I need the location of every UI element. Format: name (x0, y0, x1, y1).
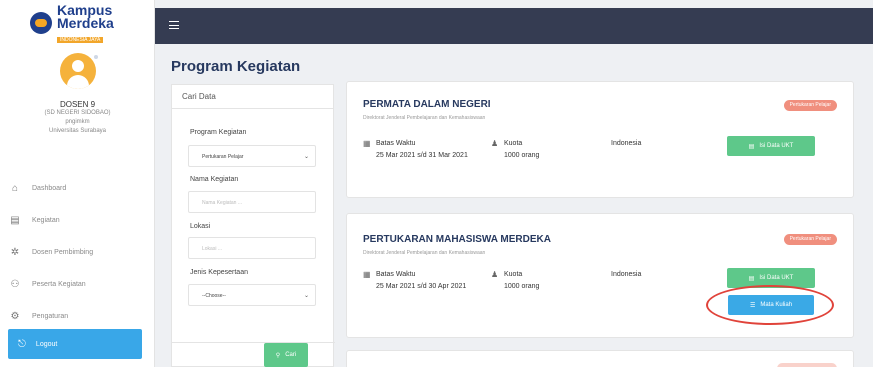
sidebar-item-label: Dosen Pembimbing (32, 248, 94, 256)
highlight-annotation (706, 285, 834, 325)
user-icon: ♟ (491, 139, 499, 148)
lokasi-value: Indonesia (611, 271, 642, 278)
program-select-value: Pertukaran Pelajar (202, 154, 244, 160)
user-university: Universitas Surabaya (48, 128, 107, 134)
sidebar-item-peserta-kegiatan[interactable]: ⚇ Peserta Kegiatan (0, 268, 155, 300)
jenis-kepesertaan-value: --Choose-- (202, 293, 226, 299)
logo-text-line2: Merdeka (57, 14, 114, 31)
chevron-down-icon: ⌄ (303, 293, 309, 299)
jenis-kepesertaan-label: Jenis Kepesertaan (190, 269, 248, 276)
kampus-merdeka-logo[interactable]: Kampus Merdeka INDONESIA JAYA (30, 3, 140, 43)
form-icon: ▤ (748, 143, 755, 150)
logout-icon: ⎋ (18, 338, 26, 350)
sidebar-item-label: Kegiatan (32, 216, 60, 224)
sidebar-item-label: Pengaturan (32, 312, 69, 320)
category-badge (777, 363, 837, 367)
program-select[interactable]: Pertukaran Pelajar ⌄ (188, 145, 316, 167)
program-subtitle: Direktorat Jenderal Pembelajaran dan Kem… (363, 115, 486, 121)
user-name: DOSEN 9 (59, 100, 96, 109)
logo-icon (30, 12, 52, 34)
program-card (346, 350, 854, 367)
avatar (60, 53, 96, 89)
batas-waktu-value: 25 Mar 2021 s/d 30 Apr 2021 (376, 283, 467, 290)
jenis-kepesertaan-select[interactable]: --Choose-- ⌄ (188, 284, 316, 306)
hamburger-menu-icon[interactable] (169, 21, 179, 29)
program-card: PERMATA DALAM NEGERI Direktorat Jenderal… (346, 81, 854, 198)
list-icon: ▤ (10, 214, 20, 226)
batas-waktu-label: ▦ Batas Waktu (363, 139, 416, 148)
calendar-icon: ▦ (363, 270, 371, 279)
filter-card: Cari Data Program Kegiatan Pertukaran Pe… (171, 84, 335, 367)
chevron-down-icon: ⌄ (303, 154, 309, 160)
logout-button[interactable]: ⎋ Logout (8, 329, 142, 359)
batas-waktu-value: 25 Mar 2021 s/d 31 Mar 2021 (376, 152, 468, 159)
sidebar-item-label: Peserta Kegiatan (32, 280, 86, 288)
program-title: PERTUKARAN MAHASISWA MERDEKA (363, 234, 551, 245)
isi-data-ukt-button[interactable]: ▤ Isi Data UKT (727, 136, 815, 156)
search-button-label: Cari (285, 352, 297, 358)
program-title: PERMATA DALAM NEGERI (363, 99, 491, 110)
calendar-icon: ▦ (363, 139, 371, 148)
lokasi-label: Lokasi (190, 223, 211, 230)
user-role: pngimkm (65, 119, 90, 125)
kuota-value: 1000 orang (504, 283, 540, 290)
sidebar-item-kegiatan[interactable]: ▤ Kegiatan (0, 204, 155, 236)
sidebar-item-pengaturan[interactable]: ⚙ Pengaturan (0, 300, 155, 332)
home-icon: ⌂ (11, 182, 19, 194)
user-school: (SD NEGERI SIDOBAO) (44, 110, 111, 116)
user-icon: ⚇ (10, 278, 20, 290)
batas-waktu-label: ▦ Batas Waktu (363, 270, 416, 279)
lokasi-value: Indonesia (611, 140, 642, 147)
sidebar-menu: ⌂ Dashboard ▤ Kegiatan ✲ Dosen Pembimbin… (0, 172, 155, 332)
nama-kegiatan-input[interactable]: Nama Kegiatan ... (188, 191, 316, 213)
nama-kegiatan-placeholder: Nama Kegiatan ... (202, 200, 243, 206)
filter-title: Cari Data (172, 85, 333, 109)
category-badge: Pertukaran Pelajar (783, 100, 837, 111)
user-profile: DOSEN 9 (SD NEGERI SIDOBAO) pngimkm Univ… (0, 100, 155, 136)
search-button[interactable]: ⚲ Cari (264, 343, 308, 367)
kuota-value: 1000 orang (504, 152, 540, 159)
sidebar-item-label: Dashboard (32, 184, 67, 192)
kuota-label: ♟ Kuota (491, 139, 523, 148)
topbar (155, 8, 873, 44)
program-label: Program Kegiatan (190, 129, 247, 136)
nama-kegiatan-label: Nama Kegiatan (190, 176, 239, 183)
program-subtitle: Direktorat Jenderal Pembelajaran dan Kem… (363, 250, 486, 256)
online-status-icon (94, 55, 98, 59)
search-icon: ⚲ (275, 352, 281, 359)
lokasi-input[interactable]: Lokasi ... (188, 237, 316, 259)
page-title: Program Kegiatan (171, 58, 301, 75)
star-icon: ✲ (10, 246, 20, 258)
lokasi-placeholder: Lokasi ... (202, 246, 223, 252)
logo-tagline: INDONESIA JAYA (57, 36, 104, 43)
sidebar: Kampus Merdeka INDONESIA JAYA DOSEN 9 (S… (0, 0, 155, 367)
category-badge: Pertukaran Pelajar (783, 234, 837, 245)
sidebar-item-dosen-pembimbing[interactable]: ✲ Dosen Pembimbing (0, 236, 155, 268)
logout-label: Logout (35, 340, 58, 348)
user-icon: ♟ (491, 270, 499, 279)
divider (172, 342, 335, 343)
form-icon: ▤ (748, 275, 755, 282)
sidebar-item-dashboard[interactable]: ⌂ Dashboard (0, 172, 155, 204)
kuota-label: ♟ Kuota (491, 270, 523, 279)
gear-icon: ⚙ (10, 310, 20, 322)
